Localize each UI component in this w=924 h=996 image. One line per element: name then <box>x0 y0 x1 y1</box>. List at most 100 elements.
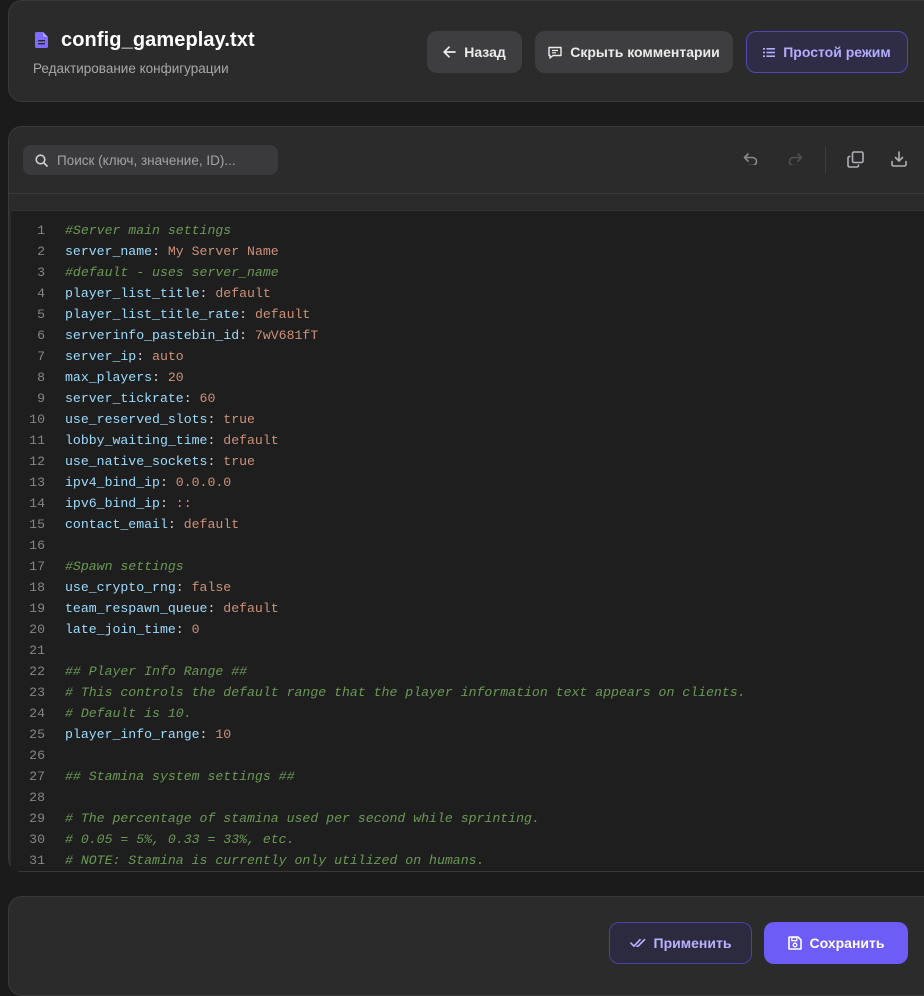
line-number: 2 <box>37 244 45 259</box>
config-value: default <box>215 286 271 301</box>
line-content: server_name: My Server Name <box>65 241 279 262</box>
line-number: 23 <box>29 685 45 700</box>
back-button-label: Назад <box>464 44 506 60</box>
config-key: contact_email <box>65 517 168 532</box>
search-icon <box>35 153 48 167</box>
line-content: ipv4_bind_ip: 0.0.0.0 <box>65 472 231 493</box>
config-value: 10 <box>215 727 232 742</box>
line-number: 1 <box>37 223 45 238</box>
config-value: 0 <box>191 622 200 637</box>
line-content: player_info_range: 10 <box>65 724 231 745</box>
line-content: max_players: 20 <box>65 367 184 388</box>
line-number: 14 <box>29 496 45 511</box>
key-separator: : <box>175 580 192 595</box>
code-comment: # NOTE: Stamina is currently only utiliz… <box>65 853 485 868</box>
line-number: 31 <box>29 853 45 868</box>
search-input[interactable] <box>57 152 267 168</box>
config-key: server_tickrate <box>65 391 184 406</box>
code-editor[interactable]: 1 #Server main settings 2 server_name: My S… <box>11 210 924 871</box>
config-key: ipv4_bind_ip <box>65 475 160 490</box>
line-content: serverinfo_pastebin_id: 7wV681fT <box>65 325 318 346</box>
config-key: use_native_sockets <box>65 454 208 469</box>
line-content: # NOTE: Stamina is currently only utiliz… <box>65 850 484 871</box>
line-content: # This controls the default range that t… <box>65 682 746 703</box>
apply-button[interactable]: Применить <box>609 922 752 964</box>
undo-icon <box>743 153 758 165</box>
line-number: 22 <box>29 664 45 679</box>
line-number: 12 <box>29 454 45 469</box>
line-content: player_list_title: default <box>65 283 271 304</box>
line-number: 30 <box>29 832 45 847</box>
config-key: use_reserved_slots <box>65 412 208 427</box>
comment-icon <box>548 46 562 59</box>
key-separator: : <box>207 433 224 448</box>
header-panel: config_gameplay.txt Редактирование конфи… <box>8 0 924 102</box>
line-number: 10 <box>29 412 45 427</box>
back-button[interactable]: Назад <box>427 31 522 73</box>
arrow-left-icon <box>443 46 457 58</box>
config-key: late_join_time <box>65 622 176 637</box>
redo-button[interactable] <box>785 149 805 169</box>
code-comment: #Server main settings <box>65 223 232 238</box>
line-content: server_ip: auto <box>65 346 184 367</box>
config-value: My Server Name <box>167 244 279 259</box>
config-value: 60 <box>199 391 216 406</box>
line-number: 27 <box>29 769 45 784</box>
line-content: use_native_sockets: true <box>65 451 255 472</box>
key-separator: : <box>239 307 255 322</box>
config-value: default <box>223 601 279 616</box>
key-separator: : <box>199 286 216 301</box>
config-value: default <box>223 433 279 448</box>
line-content: server_tickrate: 60 <box>65 388 215 409</box>
copy-button[interactable] <box>845 149 865 169</box>
line-content: ## Stamina system settings ## <box>65 766 295 787</box>
line-content: late_join_time: 0 <box>65 619 200 640</box>
config-key: use_crypto_rng <box>65 580 176 595</box>
config-key: server_name <box>65 244 153 259</box>
key-separator: : <box>199 727 216 742</box>
save-icon <box>787 936 802 950</box>
line-number: 13 <box>29 475 45 490</box>
hide-comments-button[interactable]: Скрыть комментарии <box>535 31 733 73</box>
line-number: 20 <box>29 622 45 637</box>
line-number: 18 <box>29 580 45 595</box>
key-separator: : <box>167 517 184 532</box>
line-number: 29 <box>29 811 45 826</box>
key-separator: : <box>183 391 200 406</box>
download-button[interactable] <box>889 149 909 169</box>
code-comment: ## Stamina system settings ## <box>65 769 295 784</box>
key-separator: : <box>175 622 192 637</box>
simple-mode-label: Простой режим <box>783 44 891 60</box>
config-value: auto <box>152 349 184 364</box>
undo-button[interactable] <box>741 149 761 169</box>
line-number: 16 <box>29 538 45 553</box>
redo-icon <box>788 153 803 165</box>
config-value: true <box>223 454 255 469</box>
search-box[interactable] <box>23 145 278 175</box>
key-separator: : <box>207 601 224 616</box>
config-key: lobby_waiting_time <box>65 433 208 448</box>
config-value: true <box>223 412 255 427</box>
line-number: 19 <box>29 601 45 616</box>
toolbar-divider <box>825 147 826 173</box>
line-number: 17 <box>29 559 45 574</box>
code-comment: ## Player Info Range ## <box>65 664 248 679</box>
key-separator: : <box>207 454 224 469</box>
code-comment: # Default is 10. <box>65 706 192 721</box>
config-value: :: <box>175 496 192 511</box>
line-number: 8 <box>37 370 45 385</box>
config-value: default <box>183 517 240 532</box>
page-subtitle: Редактирование конфигурации <box>33 61 229 76</box>
line-number: 7 <box>37 349 45 364</box>
line-number: 9 <box>37 391 45 406</box>
line-content: player_list_title_rate: default <box>65 304 310 325</box>
line-content: team_respawn_queue: default <box>65 598 279 619</box>
save-button[interactable]: Сохранить <box>764 922 908 964</box>
config-key: team_respawn_queue <box>65 601 208 616</box>
config-key: player_info_range <box>65 727 200 742</box>
line-content: contact_email: default <box>65 514 239 535</box>
line-content: # 0.05 = 5%, 0.33 = 33%, etc. <box>65 829 295 850</box>
simple-mode-button[interactable]: Простой режим <box>746 31 908 73</box>
line-content: use_reserved_slots: true <box>65 409 255 430</box>
key-separator: : <box>239 328 255 343</box>
